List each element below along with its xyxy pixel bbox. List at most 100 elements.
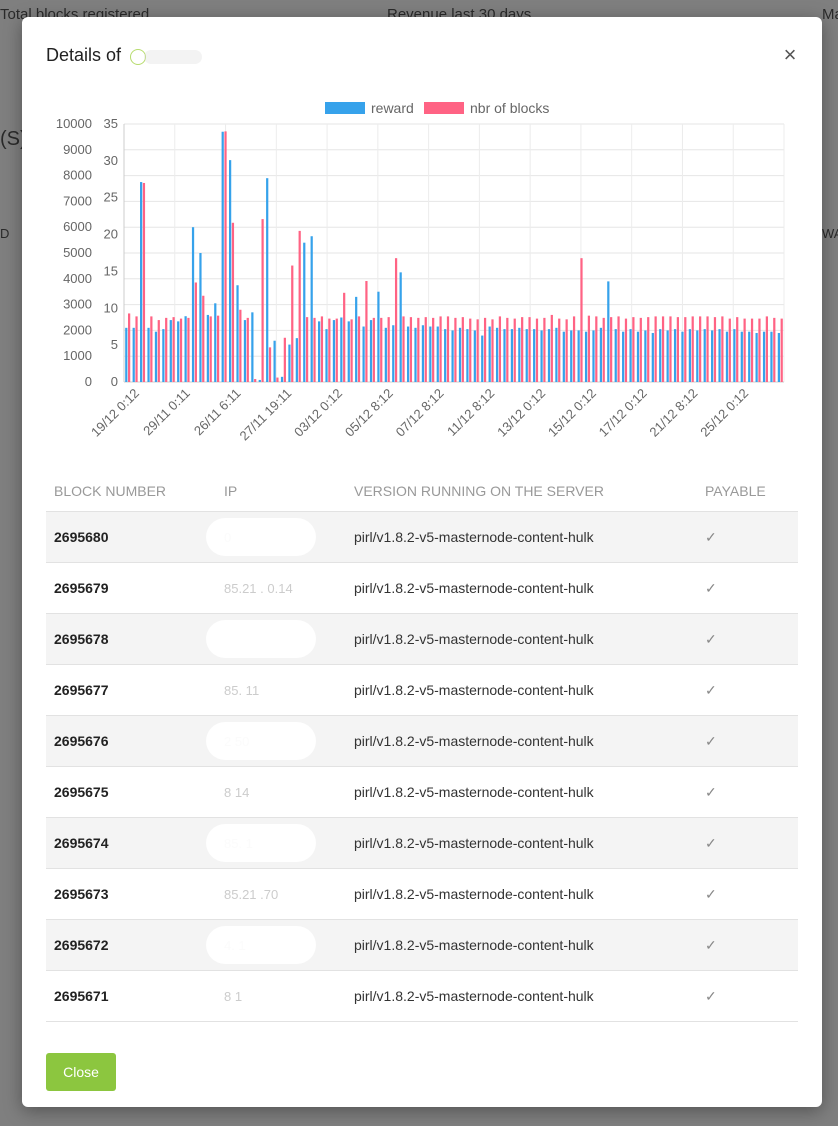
blocks-bar: [291, 265, 294, 382]
reward-bar: [177, 321, 180, 382]
blocks-bar: [461, 317, 464, 382]
reward-bar: [191, 227, 195, 382]
blocks-bar: [209, 316, 212, 382]
x-tick-label: 19/12 0:12: [88, 386, 142, 440]
reward-bar: [458, 327, 462, 382]
blocks-bar: [491, 319, 494, 382]
blocks-bar: [254, 379, 257, 382]
blocks-bar: [469, 318, 472, 382]
version-cell: pirl/v1.8.2-v5-masternode-content-hulk: [346, 562, 697, 614]
version-cell: pirl/v1.8.2-v5-masternode-content-hulk: [346, 664, 697, 716]
reward-bar: [547, 329, 551, 382]
ip-cell: 8 14: [216, 766, 346, 818]
payable-check-icon: ✓: [697, 562, 798, 614]
reward-bar: [214, 303, 217, 382]
blocks-bar: [543, 317, 546, 382]
reward-bar: [414, 327, 417, 382]
reward-bar: [540, 330, 543, 382]
payable-check-icon: ✓: [697, 664, 798, 716]
reward-bar: [518, 327, 521, 382]
reward-bar: [229, 160, 232, 382]
reward-bar: [243, 320, 247, 382]
blocks-bar: [165, 317, 168, 382]
blocks-bar: [283, 337, 286, 382]
blocks-bar: [239, 309, 242, 382]
reward-blocks-chart: 0 1000 2000 3000 4000 5000 6000 7000 8000 9000 100…: [52, 95, 802, 455]
blocks-bar: [728, 318, 731, 382]
blocks-bar: [313, 317, 316, 382]
ip-cell: 0: [206, 511, 346, 563]
blocks-bar: [432, 317, 435, 382]
x-tick-label: 17/12 0:12: [596, 386, 650, 440]
reward-bar: [644, 330, 647, 382]
reward-bar: [651, 332, 654, 382]
reward-bar: [377, 291, 380, 382]
blocks-bar: [713, 317, 717, 382]
reward-bar: [725, 331, 729, 382]
reward-bar: [629, 329, 632, 382]
block-number-cell: 2695673: [46, 868, 216, 920]
ip-cell: [206, 613, 346, 665]
reward-bar: [436, 326, 439, 382]
close-button[interactable]: Close: [46, 1053, 116, 1091]
close-icon[interactable]: ×: [778, 43, 802, 67]
reward-bar: [362, 326, 365, 382]
version-cell: pirl/v1.8.2-v5-masternode-content-hulk: [346, 919, 697, 971]
blocks-bar: [202, 295, 205, 382]
y-right-tick-label: 0: [111, 374, 118, 389]
blocks-bar: [135, 316, 138, 382]
reward-bar: [132, 327, 135, 382]
blocks-bar: [765, 316, 768, 382]
blocks-bar: [172, 317, 175, 382]
blocks-bar: [721, 316, 724, 382]
reward-bar: [599, 327, 603, 382]
blocks-bar: [528, 317, 531, 382]
blocks-bar: [298, 230, 301, 382]
y-left-tick-label: 2000: [63, 322, 92, 337]
ip-text: 85.21 . 0.14: [224, 580, 293, 596]
reward-bar: [503, 329, 506, 382]
x-tick-label: 29/11 0:11: [140, 386, 193, 439]
blocks-bar: [691, 316, 694, 382]
block-number-cell: 2695679: [46, 562, 216, 614]
y-right-tick-label: 10: [104, 300, 118, 315]
blocks-bar: [699, 316, 702, 382]
blocks-bar: [647, 317, 650, 382]
reward-bar: [288, 344, 291, 382]
blocks-bar: [617, 316, 620, 382]
reward-bar: [755, 332, 758, 382]
reward-bar: [325, 329, 328, 382]
blocks-bar: [684, 317, 687, 382]
reward-bar: [184, 316, 187, 382]
ip-redaction: [206, 722, 316, 760]
payable-check-icon: ✓: [697, 766, 798, 818]
blocks-bar: [669, 316, 672, 382]
ip-redaction: [206, 824, 316, 862]
reward-bar: [392, 325, 395, 382]
y-left-tick-label: 10000: [56, 116, 92, 131]
blocks-bar: [179, 318, 183, 382]
blocks-bar: [194, 282, 197, 382]
reward-bar: [555, 327, 558, 382]
blocks-bar: [305, 317, 309, 382]
reward-bar: [251, 312, 254, 382]
reward-bar: [495, 327, 499, 382]
block-number-cell: 2695675: [46, 766, 216, 818]
reward-bar: [473, 330, 476, 382]
payable-check-icon: ✓: [697, 970, 798, 1022]
y-left-tick-label: 8000: [63, 168, 92, 183]
reward-bar: [147, 327, 150, 382]
table-row: 269567485. 1pirl/v1.8.2-v5-masternode-co…: [46, 817, 798, 869]
reward-bar: [199, 253, 202, 382]
blocks-bar: [654, 316, 657, 382]
ip-text: 8 1: [224, 988, 243, 1004]
version-cell: pirl/v1.8.2-v5-masternode-content-hulk: [346, 970, 697, 1022]
reward-bar: [696, 330, 699, 382]
reward-bar: [592, 330, 595, 382]
chart-svg: 0100020003000400050006000700080009000100…: [56, 100, 785, 443]
blocks-bar: [261, 219, 264, 382]
table-row: 2695679 85.21 . 0.14 pirl/v1.8.2-v5-master…: [46, 562, 798, 614]
blocks-bar: [394, 258, 398, 382]
reward-bar: [777, 332, 780, 382]
reward-bar: [295, 338, 298, 382]
